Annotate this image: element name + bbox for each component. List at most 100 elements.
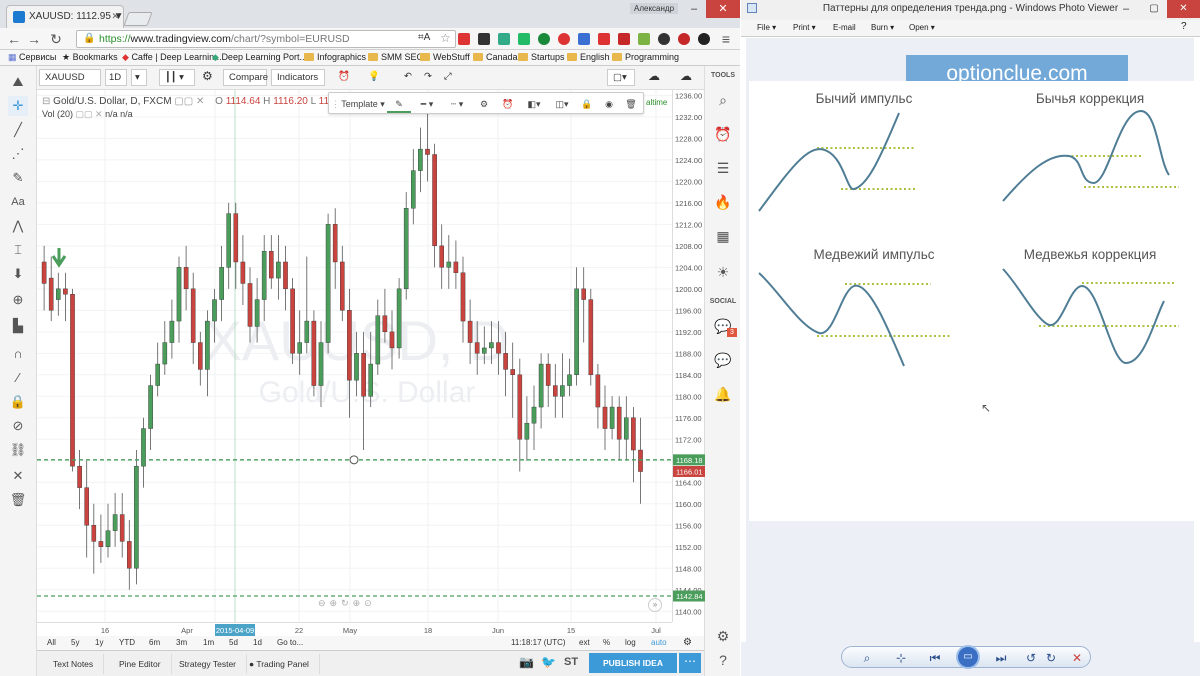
new-tab-button[interactable] bbox=[123, 12, 153, 26]
line-color-icon[interactable]: ✎ bbox=[387, 95, 411, 113]
symbol-input[interactable]: XAUUSD bbox=[39, 69, 101, 86]
minimize-button[interactable]: – bbox=[1113, 0, 1139, 18]
reload-icon[interactable]: ↻ bbox=[48, 31, 64, 47]
ext-toggle[interactable]: ext bbox=[579, 638, 590, 647]
bookmark-folder[interactable]: Canada bbox=[473, 52, 518, 62]
more-icon[interactable]: ⋯ bbox=[679, 653, 701, 673]
percent-toggle[interactable]: % bbox=[603, 638, 610, 647]
notifications-icon[interactable]: 🔔 bbox=[713, 384, 733, 404]
maximize-button[interactable]: ▢ bbox=[1141, 0, 1167, 18]
bookmark-item[interactable]: ◆ Deep Learning Port... bbox=[212, 52, 307, 63]
bookmark-folder[interactable]: Programming bbox=[612, 52, 679, 62]
bookmark-folder[interactable]: Infographics bbox=[304, 52, 366, 62]
browser-tab[interactable]: XAUUSD: 1112.95 ▼−0.15 ✕ bbox=[6, 5, 124, 28]
lock-icon[interactable]: 🔒 bbox=[577, 95, 597, 113]
chevron-down-icon[interactable]: ▾ bbox=[131, 69, 147, 86]
cloud-icon[interactable]: ☁ bbox=[643, 69, 671, 86]
layout-button[interactable]: ▢▾ bbox=[607, 69, 635, 86]
tab-strategy-tester[interactable]: Strategy Tester bbox=[169, 654, 248, 674]
bookmark-item[interactable]: ★ Bookmarks bbox=[62, 52, 118, 63]
watchlist-search-icon[interactable]: ⌕ bbox=[713, 90, 733, 110]
range-1m[interactable]: 1m bbox=[203, 638, 214, 647]
extension-icon[interactable] bbox=[518, 33, 530, 45]
menu-open[interactable]: Open ▾ bbox=[909, 23, 935, 32]
gmail-icon[interactable] bbox=[618, 33, 630, 45]
extension-icon[interactable] bbox=[678, 33, 690, 45]
twitter-icon[interactable]: 🐦 bbox=[541, 655, 556, 669]
zoom-icon[interactable]: ⊕ bbox=[8, 290, 28, 310]
undo-icon[interactable]: ↶ bbox=[399, 69, 415, 86]
range-3m[interactable]: 3m bbox=[176, 638, 187, 647]
menu-burn[interactable]: Burn ▾ bbox=[871, 23, 894, 32]
magnet-icon[interactable]: ∩ bbox=[8, 344, 28, 364]
address-bar[interactable]: 🔒 https://www.tradingview.com/chart/?sym… bbox=[76, 30, 456, 48]
text-icon[interactable]: Aa bbox=[8, 192, 28, 212]
line-style-select[interactable]: ┄ ▾ bbox=[443, 95, 471, 113]
extension-icon[interactable] bbox=[478, 33, 490, 45]
measure-icon[interactable]: ⌶ bbox=[8, 240, 28, 260]
hotlist-icon[interactable]: 🔥 bbox=[713, 192, 733, 212]
stay-drawing-icon[interactable]: ⁄ bbox=[8, 368, 28, 388]
tab-trading-panel[interactable]: ● Trading Panel bbox=[239, 654, 320, 674]
trend-line-icon[interactable]: ╱ bbox=[8, 120, 28, 140]
clone-icon[interactable]: ◫▾ bbox=[549, 95, 575, 113]
streams-icon[interactable]: 💬 bbox=[713, 350, 733, 370]
bookmark-folder[interactable]: English bbox=[567, 52, 610, 62]
redo-icon[interactable]: ↷ bbox=[419, 69, 435, 86]
data-window-icon[interactable]: ☰ bbox=[713, 158, 733, 178]
bookmark-item[interactable]: ◆ Caffe | Deep Learnin... bbox=[122, 52, 222, 63]
scroll-to-end-icon[interactable]: » bbox=[648, 598, 662, 612]
extension-icon[interactable] bbox=[698, 33, 710, 45]
alert-icon[interactable]: ⏰ bbox=[497, 95, 519, 113]
tab-text-notes[interactable]: Text Notes bbox=[43, 654, 105, 674]
next-icon[interactable]: ⏭ bbox=[992, 649, 1010, 667]
extension-icon[interactable] bbox=[638, 33, 650, 45]
indicators-button[interactable]: Indicators bbox=[271, 69, 325, 86]
help-icon[interactable]: ? bbox=[713, 650, 733, 670]
settings-icon[interactable]: ⚙ bbox=[713, 626, 733, 646]
chart-zoom-controls[interactable]: ⊖⊕↻⊕⊙ bbox=[318, 598, 376, 609]
chart-type-button[interactable]: ┃┃ ▾ bbox=[159, 69, 195, 86]
bookmark-folder[interactable]: Startups bbox=[518, 52, 565, 62]
minimize-button[interactable]: – bbox=[680, 0, 708, 18]
extension-icon[interactable] bbox=[458, 33, 470, 45]
bookmark-apps[interactable]: ▦ Сервисы bbox=[8, 52, 56, 63]
delete-icon[interactable]: ✕ bbox=[1068, 649, 1086, 667]
visibility-icon[interactable]: ◉ bbox=[599, 95, 619, 113]
close-window-button[interactable]: ✕ bbox=[706, 0, 740, 18]
interval-select[interactable]: 1D bbox=[105, 69, 127, 86]
translate-icon[interactable]: ⌗A bbox=[418, 32, 430, 43]
rotate-right-icon[interactable]: ↻ bbox=[1042, 649, 1060, 667]
extension-icon[interactable] bbox=[538, 33, 550, 45]
menu-email[interactable]: E-mail bbox=[833, 23, 856, 32]
tab-pine-editor[interactable]: Pine Editor bbox=[109, 654, 172, 674]
time-axis[interactable]: 16 Apr 2015-04-09 22 May 18 Jun 15 Jul bbox=[37, 622, 672, 636]
log-toggle[interactable]: log bbox=[625, 638, 636, 647]
ideas-icon[interactable]: ☀ bbox=[713, 262, 733, 282]
range-5y[interactable]: 5y bbox=[71, 638, 79, 647]
idea-icon[interactable]: 💡 bbox=[363, 69, 387, 86]
slideshow-button[interactable]: ▭ bbox=[956, 645, 980, 669]
lock-icon[interactable]: 🔒 bbox=[8, 392, 28, 412]
arrow-down-icon[interactable]: ⬇ bbox=[8, 264, 28, 284]
range-1y[interactable]: 1y bbox=[95, 638, 103, 647]
compare-button[interactable]: Compare bbox=[223, 69, 268, 86]
bring-forward-icon[interactable]: ◧▾ bbox=[521, 95, 547, 113]
alert-icon[interactable]: ⏰ bbox=[333, 69, 357, 86]
help-icon[interactable]: ? bbox=[1181, 21, 1187, 32]
remove-drawings-icon[interactable]: ✕ bbox=[8, 466, 28, 486]
publish-idea-button[interactable]: PUBLISH IDEA bbox=[589, 653, 677, 673]
camera-icon[interactable]: 📷 bbox=[519, 655, 534, 669]
trash-icon[interactable]: 🗑 bbox=[621, 95, 641, 113]
tradingview-logo-icon[interactable]: ⛰ bbox=[8, 72, 28, 92]
forward-icon[interactable]: → bbox=[26, 31, 42, 47]
rotate-left-icon[interactable]: ↺ bbox=[1022, 649, 1040, 667]
actual-size-icon[interactable]: ⊹ bbox=[892, 649, 910, 667]
gear-icon[interactable]: ⚙ bbox=[473, 95, 495, 113]
gear-icon[interactable]: ⚙ bbox=[683, 637, 692, 648]
extension-icon[interactable] bbox=[558, 33, 570, 45]
extension-icon[interactable] bbox=[658, 33, 670, 45]
stocktwits-icon[interactable]: ST bbox=[564, 656, 578, 668]
close-window-button[interactable]: ✕ bbox=[1167, 0, 1200, 18]
goto-date[interactable]: Go to... bbox=[277, 638, 303, 647]
